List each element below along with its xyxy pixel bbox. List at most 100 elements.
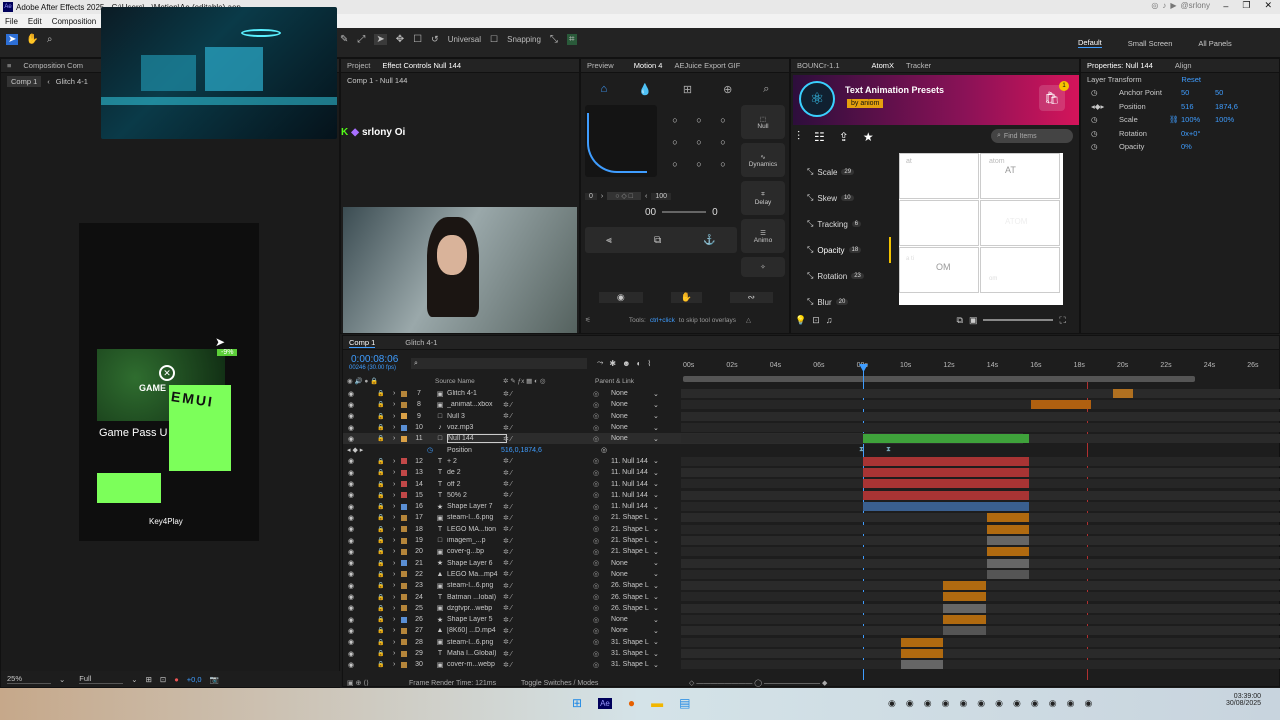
expand-chevron-icon[interactable]: › <box>393 616 395 623</box>
label-color-swatch[interactable] <box>401 605 407 612</box>
layer-name[interactable]: dzgtvpr...webp <box>447 605 507 612</box>
parent-chevron-icon[interactable]: ⌄ <box>653 593 659 601</box>
layer-duration-bar[interactable] <box>901 648 943 658</box>
expand-chevron-icon[interactable]: › <box>393 401 395 408</box>
composition-tab[interactable]: Composition Com <box>23 61 83 70</box>
parent-select[interactable]: 11. Null 144 <box>611 492 659 499</box>
shy-icon[interactable]: ☻ <box>622 359 630 368</box>
table-row[interactable]: ◉ 🔒 › 16 ★ Shape Layer 7 ✲ ⁄ ◎ 11. Null … <box>343 501 1280 512</box>
parent-select[interactable]: 26. Shape L <box>611 605 659 612</box>
tray-icon-11[interactable]: ◉ <box>1067 698 1075 709</box>
anchor-tr[interactable]: ○ <box>720 115 725 125</box>
motion-blur-icon[interactable]: ◐ <box>637 359 642 368</box>
table-row[interactable]: ◉ 🔒 › 26 ★ Shape Layer 5 ✲ ⁄ ◎ None ⌄ <box>343 614 1280 625</box>
lock-icon[interactable]: 🔒 <box>377 424 384 431</box>
visibility-eye-icon[interactable]: ◉ <box>348 424 354 432</box>
layer-name[interactable]: cover-g...bp <box>447 548 507 555</box>
layer-name[interactable]: voz.mp3 <box>447 424 507 431</box>
pickwhip-icon[interactable]: ◎ <box>593 503 599 511</box>
parent-chevron-icon[interactable]: ⌄ <box>653 457 659 465</box>
expand-chevron-icon[interactable]: › <box>393 639 395 646</box>
layer-duration-bar[interactable] <box>943 581 986 591</box>
track-lane[interactable] <box>681 648 1280 658</box>
layer-switches[interactable]: ✲ ⁄ <box>503 593 512 601</box>
lock-icon[interactable]: 🔒 <box>377 616 384 623</box>
workspace-small-screen[interactable]: Small Screen <box>1128 39 1173 48</box>
visibility-eye-icon[interactable]: ◉ <box>348 457 354 465</box>
parent-select[interactable]: None <box>611 616 659 623</box>
scale-y[interactable]: 100% <box>1215 115 1234 124</box>
layer-name[interactable]: Batman ...lobal) <box>447 594 507 601</box>
hand-tool-icon[interactable]: ✋ <box>26 34 38 45</box>
visibility-eye-icon[interactable]: ◉ <box>348 582 354 590</box>
parent-select[interactable]: None <box>611 571 659 578</box>
pickwhip-icon[interactable]: ◎ <box>593 604 599 612</box>
comp-flow-icon[interactable]: ⤳ <box>597 358 603 368</box>
label-color-swatch[interactable] <box>401 582 407 589</box>
maximize-icon[interactable]: ❐ <box>1242 0 1250 11</box>
footer-icons[interactable]: ▣ ⊕ ⟨⟩ <box>347 679 369 687</box>
layer-name[interactable]: Mafia I...Global) <box>447 650 507 657</box>
table-row[interactable]: ◉ 🔒 › 18 T LEGO MA...tion ✲ ⁄ ◎ 21. Shap… <box>343 524 1280 535</box>
layer-name[interactable]: Null 144 <box>447 434 507 444</box>
parent-chevron-icon[interactable]: ⌄ <box>653 661 659 669</box>
parent-chevron-icon[interactable]: ⌄ <box>653 514 659 522</box>
menu-edit[interactable]: Edit <box>28 17 42 26</box>
sidebar-rotation[interactable]: ⤡ Rotation 23 <box>793 263 891 289</box>
layer-name[interactable]: steam-l...6.png <box>447 582 507 589</box>
layer-name[interactable]: Shape Layer 7 <box>447 503 507 510</box>
wave-icon[interactable]: ∾ <box>729 291 774 303</box>
rotation-value[interactable]: 0x+0° <box>1181 129 1200 138</box>
pickwhip-icon[interactable]: ◎ <box>593 469 599 477</box>
parent-chevron-icon[interactable]: ⌄ <box>653 570 659 578</box>
layer-duration-bar[interactable] <box>901 660 943 670</box>
layer-switches[interactable]: ✲ ⁄ <box>503 661 512 669</box>
anchor-bl[interactable]: ○ <box>672 159 677 169</box>
parent-select[interactable]: None <box>611 627 659 634</box>
layer-name[interactable]: LEGO Ma...mp4 <box>447 571 507 578</box>
link-icon[interactable]: ⛓ <box>1169 115 1181 124</box>
export-icon[interactable]: ⇪ <box>839 130 849 144</box>
table-row[interactable]: ◉ 🔒 › 28 ▣ steam-l...6.png ✲ ⁄ ◎ 31. Sha… <box>343 637 1280 648</box>
preset-cell-6[interactable]: om <box>980 247 1060 293</box>
timeline-tab-comp1[interactable]: Comp 1 <box>349 338 376 348</box>
expand-chevron-icon[interactable]: › <box>393 413 395 420</box>
null-button[interactable]: ⬚ Null <box>741 105 785 139</box>
table-row[interactable]: ◉ 🔒 › 21 ★ Shape Layer 6 ✲ ⁄ ◎ None ⌄ <box>343 558 1280 569</box>
lock-icon[interactable]: 🔒 <box>377 548 384 555</box>
grid-view-icon[interactable]: ⊞ <box>683 83 692 96</box>
parent-chevron-icon[interactable]: ⌄ <box>653 548 659 556</box>
pickwhip-icon[interactable]: ◎ <box>593 435 599 443</box>
preset-cell-5[interactable]: a ti OM <box>899 247 979 293</box>
lock-icon[interactable]: 🔒 <box>377 582 384 589</box>
label-color-swatch[interactable] <box>401 424 407 431</box>
shape-selector[interactable]: ○ ◇ □ <box>607 192 641 200</box>
hand-action-icon[interactable]: ✋ <box>670 291 702 303</box>
layer-duration-bar[interactable] <box>943 615 986 624</box>
track-lane[interactable] <box>681 524 1280 534</box>
graph-editor[interactable] <box>585 105 657 177</box>
parent-select[interactable]: None <box>611 424 659 431</box>
timeline-search[interactable]: ⌕ <box>411 358 587 369</box>
table-row[interactable]: ◉ 🔒 › 20 ▣ cover-g...bp ✲ ⁄ ◎ 21. Shape … <box>343 546 1280 557</box>
pickwhip-icon[interactable]: ◎ <box>593 650 599 658</box>
visibility-eye-icon[interactable]: ◉ <box>348 503 354 511</box>
delay-button[interactable]: ⌗ Delay <box>741 181 785 215</box>
label-color-swatch[interactable] <box>401 627 407 634</box>
mixer-icon[interactable]: ⫶ <box>797 129 800 144</box>
snap-grid-icon[interactable]: ⌗ <box>566 34 577 45</box>
table-row[interactable]: ◉ 🔒 › 12 T + 2 ✲ ⁄ ◎ 11. Null 144 ⌄ <box>343 456 1280 467</box>
pickwhip-icon[interactable]: ◎ <box>593 514 599 522</box>
expand-chevron-icon[interactable]: › <box>393 627 395 634</box>
panel-icon[interactable]: ▣ <box>969 315 978 326</box>
position-x[interactable]: 516 <box>1181 102 1215 111</box>
visibility-eye-icon[interactable]: ◉ <box>348 401 354 409</box>
expand-chevron-icon[interactable]: › <box>393 650 395 657</box>
parent-select[interactable]: 31. Shape L <box>611 639 659 646</box>
track-lane[interactable] <box>681 547 1280 557</box>
preset-cell-2[interactable]: atom AT <box>980 153 1060 199</box>
grid-icon[interactable]: ⊡ <box>160 675 166 684</box>
tray-icon-3[interactable]: ◉ <box>924 698 932 709</box>
home-icon[interactable]: ⌂ <box>601 83 608 95</box>
table-row[interactable]: ◉ 🔒 › 30 ▣ cover-m...webp ✲ ⁄ ◎ 31. Shap… <box>343 659 1280 670</box>
